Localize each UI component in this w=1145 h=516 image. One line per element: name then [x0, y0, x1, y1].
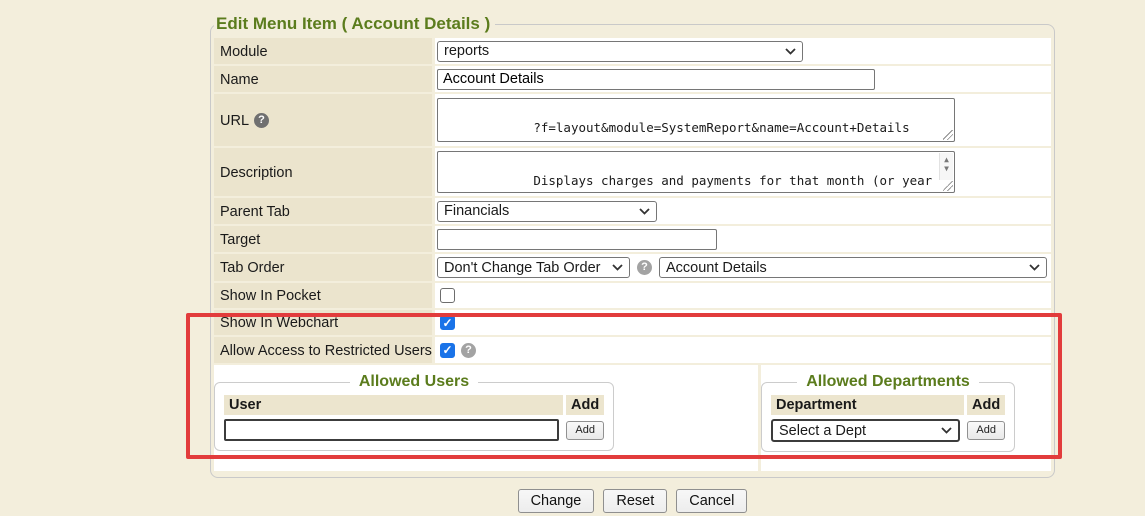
description-label: Description	[214, 148, 432, 196]
description-textarea[interactable]: Displays charges and payments for that m…	[437, 151, 955, 193]
show-in-pocket-label: Show In Pocket	[214, 283, 432, 308]
scrollbar[interactable]: ▲ ▼	[939, 153, 953, 180]
add-department-button[interactable]: Add	[967, 421, 1005, 440]
chevron-down-icon	[612, 264, 623, 271]
show-in-webchart-row: Show In Webchart ✓	[214, 310, 1051, 335]
form-title: Edit Menu Item ( Account Details )	[214, 14, 495, 34]
name-input[interactable]	[437, 69, 875, 90]
name-row: Name	[214, 66, 1051, 92]
url-row: URL ? ?f=layout&module=SystemReport&name…	[214, 94, 1051, 146]
reset-button[interactable]: Reset	[603, 489, 667, 513]
allowed-departments-cell: Allowed Departments Department Add Selec…	[761, 365, 1051, 471]
add-column-header: Add	[566, 395, 604, 415]
allowed-departments-table-header: Department Add	[771, 395, 1005, 415]
description-value-cell: Displays charges and payments for that m…	[435, 148, 1051, 196]
checkmark-icon: ✓	[442, 317, 452, 329]
resize-handle-icon[interactable]	[943, 181, 953, 191]
allowed-users-input-row: Add	[224, 419, 604, 441]
change-button[interactable]: Change	[518, 489, 595, 513]
form-actions: Change Reset Cancel	[210, 489, 1055, 513]
allow-restricted-value-cell: ✓ ?	[435, 337, 1051, 363]
show-in-pocket-row: Show In Pocket ✓	[214, 283, 1051, 308]
cancel-button[interactable]: Cancel	[676, 489, 747, 513]
show-in-webchart-checkbox[interactable]: ✓	[440, 315, 455, 330]
tab-order-select[interactable]: Don't Change Tab Order	[437, 257, 630, 278]
add-user-button[interactable]: Add	[566, 421, 604, 440]
show-in-pocket-value-cell: ✓	[435, 283, 1051, 308]
url-textarea[interactable]: ?f=layout&module=SystemReport&name=Accou…	[437, 98, 955, 142]
allowed-departments-title: Allowed Departments	[797, 373, 979, 391]
target-label: Target	[214, 226, 432, 252]
module-select-value: reports	[444, 43, 489, 59]
tab-order-select-value: Don't Change Tab Order	[444, 260, 600, 276]
tab-order-item-select[interactable]: Account Details	[659, 257, 1047, 278]
parent-tab-select[interactable]: Financials	[437, 201, 657, 222]
name-label: Name	[214, 66, 432, 92]
show-in-webchart-label: Show In Webchart	[214, 310, 432, 335]
module-select[interactable]: reports	[437, 41, 803, 62]
page: Edit Menu Item ( Account Details ) Modul…	[0, 0, 1145, 516]
allow-restricted-checkbox[interactable]: ✓	[440, 343, 455, 358]
tab-order-item-select-value: Account Details	[666, 260, 767, 276]
module-row: Module reports	[214, 38, 1051, 64]
target-row: Target	[214, 226, 1051, 252]
show-in-webchart-value-cell: ✓	[435, 310, 1051, 335]
module-value-cell: reports	[435, 38, 1051, 64]
allow-restricted-label: Allow Access to Restricted Users	[214, 337, 432, 363]
description-textarea-value: Displays charges and payments for that m…	[443, 173, 940, 193]
url-help-icon[interactable]: ?	[254, 113, 269, 128]
chevron-down-icon	[639, 208, 650, 215]
parent-tab-value-cell: Financials	[435, 198, 1051, 224]
allowed-users-title: Allowed Users	[350, 373, 478, 391]
url-label-cell: URL ?	[214, 94, 432, 146]
edit-menu-item-form: Edit Menu Item ( Account Details ) Modul…	[210, 14, 1055, 513]
department-select-value: Select a Dept	[779, 423, 866, 439]
url-label: URL	[220, 113, 249, 129]
allow-restricted-row: Allow Access to Restricted Users ✓ ?	[214, 337, 1051, 363]
tab-order-value-cell: Don't Change Tab Order ? Account Details	[435, 254, 1051, 281]
allowed-users-table-header: User Add	[224, 395, 604, 415]
show-in-pocket-checkbox[interactable]: ✓	[440, 288, 455, 303]
url-value-cell: ?f=layout&module=SystemReport&name=Accou…	[435, 94, 1051, 146]
target-input[interactable]	[437, 229, 717, 250]
checkmark-icon: ✓	[442, 344, 452, 356]
user-input[interactable]	[224, 419, 559, 441]
scroll-down-icon[interactable]: ▼	[944, 164, 949, 173]
tab-order-label: Tab Order	[214, 254, 432, 281]
description-row: Description Displays charges and payment…	[214, 148, 1051, 196]
parent-tab-row: Parent Tab Financials	[214, 198, 1051, 224]
department-column-header: Department	[771, 395, 964, 415]
tab-order-help-icon[interactable]: ?	[637, 260, 652, 275]
chevron-down-icon	[785, 48, 796, 55]
allowed-users-fieldset: Allowed Users User Add Add	[214, 373, 614, 451]
module-label: Module	[214, 38, 432, 64]
edit-menu-item-fieldset: Edit Menu Item ( Account Details ) Modul…	[210, 14, 1055, 478]
add-column-header: Add	[967, 395, 1005, 415]
allowed-access-section: Allowed Users User Add Add Allowed Depa	[214, 365, 1051, 471]
chevron-down-icon	[1029, 264, 1040, 271]
name-value-cell	[435, 66, 1051, 92]
tab-order-row: Tab Order Don't Change Tab Order ? Accou…	[214, 254, 1051, 281]
scroll-up-icon[interactable]: ▲	[944, 155, 949, 164]
resize-handle-icon[interactable]	[943, 130, 953, 140]
url-textarea-value: ?f=layout&module=SystemReport&name=Accou…	[533, 120, 909, 135]
department-select[interactable]: Select a Dept	[771, 419, 960, 442]
target-value-cell	[435, 226, 1051, 252]
allow-restricted-help-icon[interactable]: ?	[461, 343, 476, 358]
user-column-header: User	[224, 395, 563, 415]
parent-tab-label: Parent Tab	[214, 198, 432, 224]
allowed-users-cell: Allowed Users User Add Add	[214, 365, 758, 471]
allowed-departments-fieldset: Allowed Departments Department Add Selec…	[761, 373, 1015, 452]
allowed-departments-input-row: Select a Dept Add	[771, 419, 1005, 442]
parent-tab-select-value: Financials	[444, 203, 509, 219]
chevron-down-icon	[941, 427, 952, 434]
